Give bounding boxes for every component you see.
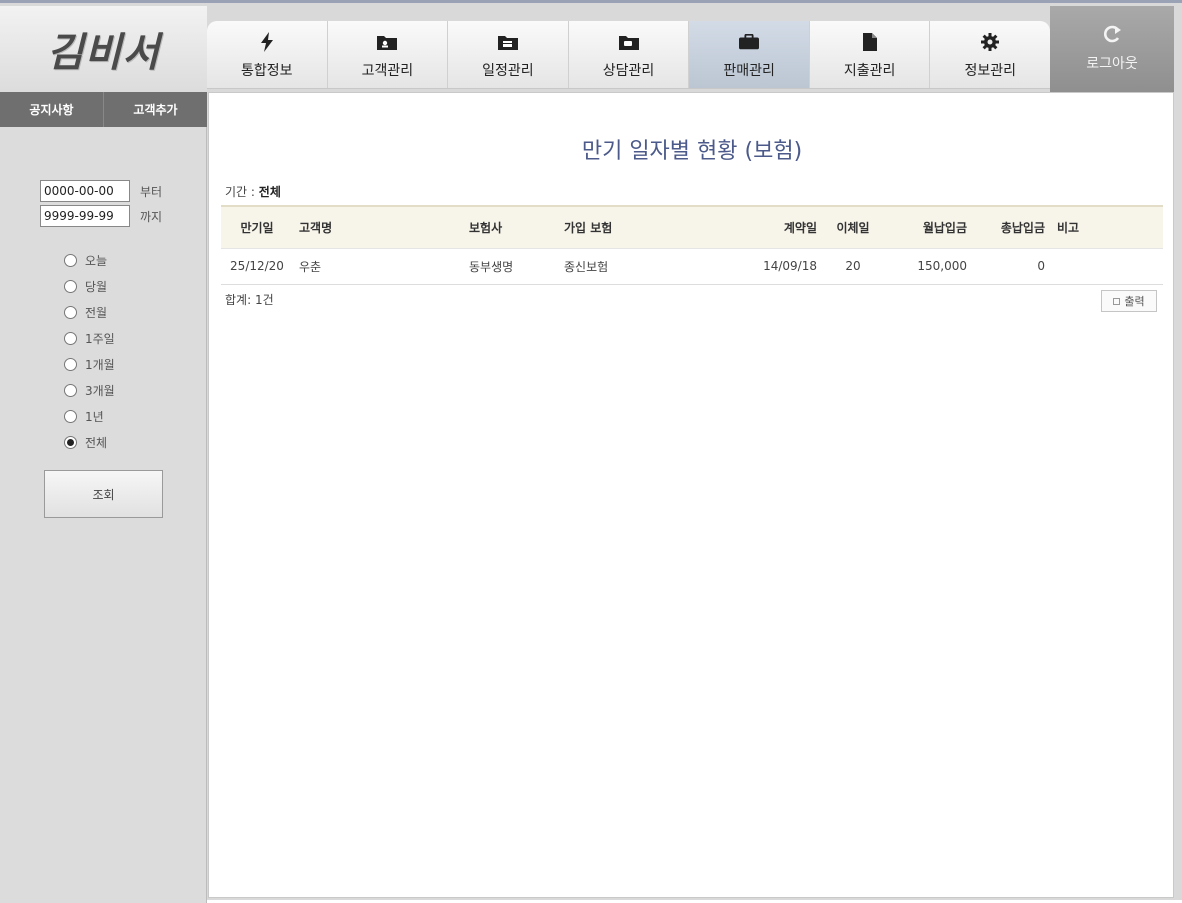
radio-label: 오늘 <box>85 254 108 268</box>
logout-label: 로그아웃 <box>1086 56 1138 72</box>
tab-label: 고객관리 <box>361 63 414 79</box>
period-label: 기간 : <box>225 185 255 199</box>
radio-label: 1년 <box>85 410 104 424</box>
cell-product: 종신보험 <box>558 248 743 285</box>
period-value: 전체 <box>258 185 281 199</box>
range-radio-last-month[interactable]: 전월 <box>64 304 107 321</box>
tab-customer-management[interactable]: 고객관리 <box>328 21 449 88</box>
tab-label: 상담관리 <box>602 63 655 79</box>
col-product: 가입 보험 <box>558 205 743 249</box>
tab-info-management[interactable]: 정보관리 <box>930 21 1050 88</box>
customer-folder-icon <box>377 32 398 52</box>
col-note: 비고 <box>1051 205 1163 249</box>
radio-circle <box>64 384 77 397</box>
tab-integrated-info[interactable]: 통합정보 <box>207 21 328 88</box>
cell-total-payment: 0 <box>973 248 1051 285</box>
tab-schedule-management[interactable]: 일정관리 <box>448 21 569 88</box>
cell-customer-name[interactable]: 우춘 <box>293 248 463 285</box>
period-filter-text: 기간 : 전체 <box>225 183 281 200</box>
total-count: 합계: 1건 <box>225 293 274 307</box>
sub-nav: 공지사항 고객추가 <box>0 92 207 127</box>
logo-text: 김비서 <box>46 29 161 76</box>
radio-label: 3개월 <box>85 384 115 398</box>
col-contract-date: 계약일 <box>743 205 823 249</box>
subnav-notice[interactable]: 공지사항 <box>0 92 104 127</box>
logout-button[interactable]: 로그아웃 <box>1050 6 1174 92</box>
radio-circle-selected <box>64 436 77 449</box>
col-insurer: 보험사 <box>463 205 558 249</box>
consult-folder-icon <box>618 32 639 52</box>
app-frame: 김비서 통합정보 고객관리 일정관리 상담관리 판매관리 지출관리 정보관리 로… <box>0 0 1182 903</box>
tab-label: 통합정보 <box>241 63 293 79</box>
radio-circle <box>64 280 77 293</box>
briefcase-icon <box>739 32 760 52</box>
tab-label: 판매관리 <box>723 63 775 79</box>
cell-contract-date: 14/09/18 <box>743 248 823 285</box>
date-from-suffix: 부터 <box>140 184 163 199</box>
range-radio-this-month[interactable]: 당월 <box>64 278 107 295</box>
logout-arrow-icon <box>1101 25 1123 47</box>
main-content: 만기 일자별 현황 (보험) 기간 : 전체 만기일 고객명 보험사 가입 보험… <box>208 92 1174 898</box>
col-transfer-day: 이체일 <box>823 205 883 249</box>
radio-label: 1주일 <box>85 332 115 346</box>
top-nav: 통합정보 고객관리 일정관리 상담관리 판매관리 지출관리 정보관리 <box>207 21 1050 89</box>
tab-sales-management[interactable]: 판매관리 <box>689 21 810 88</box>
radio-circle <box>64 254 77 267</box>
lightning-icon <box>257 32 277 52</box>
range-radio-1-year[interactable]: 1년 <box>64 408 104 425</box>
date-to-suffix: 까지 <box>140 209 163 224</box>
radio-label: 1개월 <box>85 358 115 372</box>
col-customer-name: 고객명 <box>293 205 463 249</box>
radio-label: 전체 <box>85 436 108 450</box>
document-icon <box>860 32 880 52</box>
gear-icon <box>980 32 1000 52</box>
radio-circle <box>64 358 77 371</box>
cell-transfer-day: 20 <box>823 248 883 285</box>
range-radio-today[interactable]: 오늘 <box>64 252 107 269</box>
radio-circle <box>64 306 77 319</box>
logo[interactable]: 김비서 <box>0 6 207 92</box>
cell-insurer: 동부생명 <box>463 248 558 285</box>
maturity-table: 만기일 고객명 보험사 가입 보험 계약일 이체일 월납입금 총납입금 비고 2… <box>221 205 1163 285</box>
range-radio-1-month[interactable]: 1개월 <box>64 356 115 373</box>
date-from-row: 부터 <box>40 180 162 202</box>
table-row[interactable]: 25/12/20 우춘 동부생명 종신보험 14/09/18 20 150,00… <box>221 248 1163 285</box>
print-label: 출력 <box>1124 295 1145 308</box>
tab-consult-management[interactable]: 상담관리 <box>569 21 690 88</box>
range-radio-1-week[interactable]: 1주일 <box>64 330 115 347</box>
schedule-folder-icon <box>497 32 518 52</box>
radio-circle <box>64 332 77 345</box>
search-button[interactable]: 조회 <box>44 470 163 518</box>
cell-note <box>1051 248 1163 285</box>
cell-monthly-payment: 150,000 <box>883 248 973 285</box>
tab-expense-management[interactable]: 지출관리 <box>810 21 931 88</box>
date-to-row: 까지 <box>40 205 162 227</box>
tab-label: 정보관리 <box>964 63 1017 79</box>
col-maturity-date: 만기일 <box>221 205 293 249</box>
tab-label: 일정관리 <box>482 63 534 79</box>
radio-label: 전월 <box>85 306 108 320</box>
radio-label: 당월 <box>85 280 108 294</box>
filter-sidebar: 부터 까지 오늘 당월 전월 1주일 1개월 3개월 <box>0 127 207 903</box>
print-button[interactable]: 출력 <box>1101 290 1157 312</box>
radio-circle <box>64 410 77 423</box>
print-icon <box>1113 297 1121 305</box>
date-from-input[interactable] <box>40 180 130 202</box>
range-radio-all[interactable]: 전체 <box>64 434 107 451</box>
subnav-add-customer[interactable]: 고객추가 <box>104 92 207 127</box>
radio-dot <box>67 439 74 446</box>
tab-label: 지출관리 <box>843 63 896 79</box>
page-title: 만기 일자별 현황 (보험) <box>581 139 803 164</box>
date-to-input[interactable] <box>40 205 130 227</box>
col-monthly-payment: 월납입금 <box>883 205 973 249</box>
col-total-payment: 총납입금 <box>973 205 1051 249</box>
range-radio-3-months[interactable]: 3개월 <box>64 382 115 399</box>
cell-maturity-date: 25/12/20 <box>221 248 293 285</box>
table-header-row: 만기일 고객명 보험사 가입 보험 계약일 이체일 월납입금 총납입금 비고 <box>221 205 1163 249</box>
